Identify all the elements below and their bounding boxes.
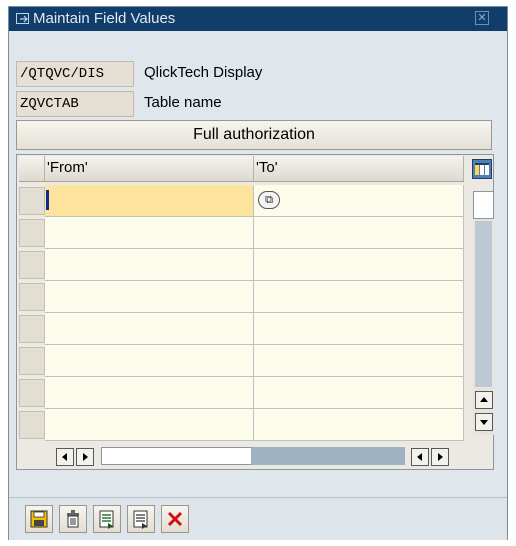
column-header-to[interactable]: 'To' <box>254 156 464 182</box>
delete-icon <box>67 510 79 528</box>
column-header-from[interactable]: 'From' <box>45 156 254 182</box>
to-cell[interactable]: ⧉ <box>254 185 464 217</box>
vertical-scroll-thumb[interactable] <box>475 221 492 387</box>
from-cell[interactable] <box>45 313 254 345</box>
object-key-field: /QTQVC/DIS <box>16 61 134 87</box>
title-bar: Maintain Field Values ✕ <box>9 7 507 31</box>
footer-toolbar <box>9 497 507 540</box>
row-selector[interactable] <box>19 379 45 407</box>
save-icon <box>30 510 48 528</box>
select-all-header[interactable] <box>19 156 45 182</box>
column-settings-icon[interactable] <box>472 159 492 179</box>
window-title: Maintain Field Values <box>33 10 176 27</box>
copy-line-icon <box>99 510 114 529</box>
from-cell[interactable] <box>45 185 254 217</box>
to-cell[interactable] <box>254 249 464 281</box>
from-scroll-left-button[interactable] <box>56 448 74 466</box>
horizontal-scroll-thumb[interactable] <box>251 447 405 465</box>
from-cell[interactable] <box>45 281 254 313</box>
to-cell[interactable] <box>254 377 464 409</box>
scroll-down-button[interactable] <box>475 413 493 431</box>
from-scroll-right-button[interactable] <box>76 448 94 466</box>
from-cell[interactable] <box>45 377 254 409</box>
value-help-icon[interactable]: ⧉ <box>258 191 280 209</box>
save-button[interactable] <box>25 505 53 533</box>
to-cell[interactable] <box>254 345 464 377</box>
to-scroll-left-button[interactable] <box>411 448 429 466</box>
table-key-field: ZQVCTAB <box>16 91 134 117</box>
close-icon[interactable]: ✕ <box>475 11 489 25</box>
scroll-up-button[interactable] <box>475 391 493 409</box>
vertical-scroll-top[interactable] <box>473 191 494 219</box>
maintain-field-values-dialog: Maintain Field Values ✕ /QTQVC/DIS Qlick… <box>8 6 508 540</box>
to-cell[interactable] <box>254 409 464 441</box>
row-selector[interactable] <box>19 315 45 343</box>
table-description: Table name <box>144 94 222 111</box>
row-selector[interactable] <box>19 187 45 215</box>
vertical-scrollbar[interactable] <box>473 191 494 435</box>
from-cell[interactable] <box>45 409 254 441</box>
row-selector[interactable] <box>19 219 45 247</box>
delete-button[interactable] <box>59 505 87 533</box>
row-selector[interactable] <box>19 347 45 375</box>
from-cell[interactable] <box>45 345 254 377</box>
to-cell[interactable] <box>254 313 464 345</box>
cancel-icon <box>167 511 183 527</box>
cancel-button[interactable] <box>161 505 189 533</box>
copy-line-button[interactable] <box>93 505 121 533</box>
row-selector[interactable] <box>19 411 45 439</box>
object-description: QlickTech Display <box>144 64 263 81</box>
row-selector[interactable] <box>19 283 45 311</box>
paste-line-button[interactable] <box>127 505 155 533</box>
to-scroll-right-button[interactable] <box>431 448 449 466</box>
row-selector[interactable] <box>19 251 45 279</box>
from-cell[interactable] <box>45 217 254 249</box>
full-authorization-button[interactable]: Full authorization <box>16 120 492 150</box>
to-cell[interactable] <box>254 217 464 249</box>
from-cell[interactable] <box>45 249 254 281</box>
paste-line-icon <box>133 510 148 529</box>
field-values-table: 'From' 'To' ⧉ <box>16 154 494 470</box>
dialog-icon <box>16 12 30 24</box>
to-cell[interactable] <box>254 281 464 313</box>
text-cursor <box>46 190 49 210</box>
